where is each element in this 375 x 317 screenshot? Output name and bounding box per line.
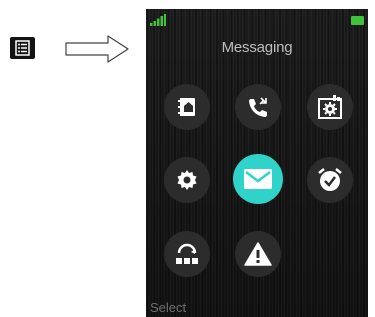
menu-key-icon	[10, 37, 35, 59]
signal-strength-icon	[150, 14, 166, 26]
right-arrow-icon	[65, 35, 129, 63]
messaging-app[interactable]	[233, 154, 283, 204]
messaging-icon	[244, 169, 272, 189]
contacts-app[interactable]	[164, 84, 210, 130]
device-settings-icon	[318, 95, 342, 119]
alarm-icon	[318, 168, 342, 191]
call-log-icon	[249, 97, 267, 117]
settings-app[interactable]	[164, 157, 210, 203]
device-settings-app[interactable]	[307, 84, 353, 130]
alarm-app[interactable]	[307, 157, 353, 203]
phone-screen: Messaging Select	[146, 9, 368, 317]
alert-app[interactable]	[235, 231, 281, 277]
connectivity-icon	[176, 243, 198, 264]
contacts-icon	[178, 98, 195, 116]
alert-icon	[244, 242, 272, 266]
call-log-app[interactable]	[235, 84, 281, 130]
battery-icon	[351, 16, 364, 25]
left-softkey-label[interactable]: Select	[150, 300, 186, 315]
settings-icon	[177, 170, 197, 190]
connectivity-app[interactable]	[164, 231, 210, 277]
screen-title: Messaging	[221, 39, 293, 56]
